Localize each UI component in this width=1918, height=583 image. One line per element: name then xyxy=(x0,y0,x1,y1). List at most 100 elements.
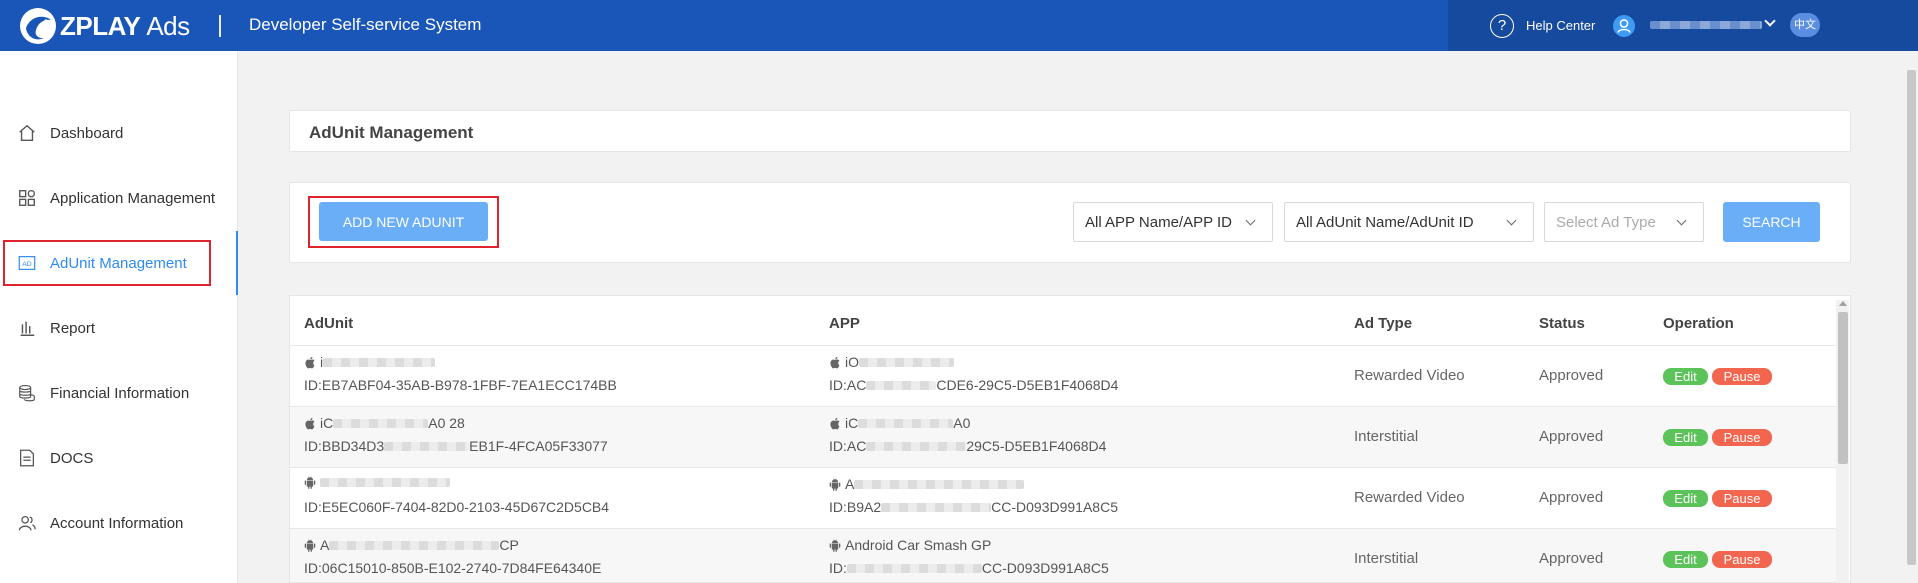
chevron-down-icon xyxy=(1676,215,1687,226)
adunit-id: ID:E5EC060F-7404-82D0-2103-45D67C2D5CB4 xyxy=(304,499,610,515)
app-filter-value: All APP Name/APP ID xyxy=(1085,213,1233,231)
brand-logo[interactable]: ZPLAY Ads xyxy=(18,5,190,47)
app-name: iO xyxy=(829,354,954,370)
edit-button[interactable]: Edit xyxy=(1663,490,1708,507)
apple-icon xyxy=(305,417,315,429)
sidebar-item-label: Account Information xyxy=(50,514,184,532)
table-row: i ID:EB7ABF04-35AB-B978-1FBF-7EA1ECC174B… xyxy=(290,345,1836,406)
help-circle-icon[interactable]: ? xyxy=(1490,14,1514,38)
sidebar-annotation-box xyxy=(3,240,211,286)
document-icon xyxy=(16,447,38,469)
coins-icon xyxy=(16,382,38,404)
help-center-link[interactable]: Help Center xyxy=(1526,18,1595,33)
apple-icon xyxy=(305,356,315,368)
blurred-text xyxy=(854,479,1025,489)
search-button[interactable]: SEARCH xyxy=(1723,202,1820,242)
app-id: ID:AC 29C5-D5EB1F4068D4 xyxy=(829,438,1107,454)
app-name: Android Car Smash GP xyxy=(829,537,991,553)
users-icon xyxy=(16,512,38,534)
grid-icon xyxy=(16,187,38,209)
chevron-down-icon xyxy=(1506,215,1517,226)
home-icon xyxy=(16,122,38,144)
adunit-name: iC A0 28 xyxy=(304,415,465,431)
sidebar-item-label: Report xyxy=(50,319,96,337)
status-cell: Approved xyxy=(1539,428,1604,445)
blurred-text xyxy=(329,540,500,550)
blurred-text xyxy=(320,478,450,487)
status-cell: Approved xyxy=(1539,550,1604,567)
add-button-annotation-box xyxy=(308,196,499,248)
pause-button[interactable]: Pause xyxy=(1712,490,1772,507)
page-title-panel xyxy=(289,110,1851,152)
app-filter-select[interactable]: All APP Name/APP ID xyxy=(1073,202,1273,242)
edit-button[interactable]: Edit xyxy=(1663,551,1708,568)
bar-chart-icon xyxy=(16,317,38,339)
table-row: ID:E5EC060F-7404-82D0-2103-45D67C2D5CB4 … xyxy=(290,467,1836,528)
sidebar-item-financial-information[interactable]: Financial Information xyxy=(0,369,238,417)
sidebar-item-label: Dashboard xyxy=(50,124,124,142)
blurred-text xyxy=(866,441,967,451)
blurred-text xyxy=(866,380,937,390)
sidebar-item-label: DOCS xyxy=(50,449,94,467)
sidebar-item-docs[interactable]: DOCS xyxy=(0,434,238,482)
language-switch[interactable]: 中文 xyxy=(1790,13,1820,37)
ad-type-cell: Rewarded Video xyxy=(1354,367,1465,384)
adunit-id: ID:EB7ABF04-35AB-B978-1FBF-7EA1ECC174BB xyxy=(304,377,617,393)
scroll-up-arrow-icon[interactable] xyxy=(1839,301,1847,306)
app-id: ID:B9A2 CC-D093D991A8C5 xyxy=(829,499,1118,515)
page-scrollbar-thumb[interactable] xyxy=(1907,70,1916,565)
app-id: ID: CC-D093D991A8C5 xyxy=(829,560,1109,576)
dolphin-logo-icon xyxy=(20,8,56,44)
blurred-text xyxy=(384,441,470,451)
column-header-status[interactable]: Status xyxy=(1539,315,1585,332)
android-icon xyxy=(304,538,316,552)
adunit-filter-value: All AdUnit Name/AdUnit ID xyxy=(1296,213,1474,231)
pause-button[interactable]: Pause xyxy=(1712,551,1772,568)
brand-name: ZPLAY Ads xyxy=(60,10,190,41)
page-title: AdUnit Management xyxy=(309,123,474,142)
column-header-app[interactable]: APP xyxy=(829,315,860,332)
ad-type-cell: Interstitial xyxy=(1354,550,1419,567)
table-row: iC A0 28 ID:BBD34D3 EB1F-4FCA05F33077 iC A0… xyxy=(290,406,1836,467)
adunit-table: AdUnit APP Ad Type Status Operation i ID… xyxy=(289,295,1851,583)
ad-type-placeholder: Select Ad Type xyxy=(1556,213,1656,231)
apple-icon xyxy=(830,417,840,429)
blurred-text xyxy=(881,502,992,512)
ad-type-cell: Rewarded Video xyxy=(1354,489,1465,506)
ad-type-cell: Interstitial xyxy=(1354,428,1419,445)
table-row: A CP ID:06C15010-850B-E102-2740-7D84FE643… xyxy=(290,528,1836,582)
status-cell: Approved xyxy=(1539,489,1604,506)
sidebar-item-label: Application Management xyxy=(50,189,216,207)
column-header-operation[interactable]: Operation xyxy=(1663,315,1734,332)
blurred-text xyxy=(333,418,429,428)
user-icon[interactable] xyxy=(1613,15,1635,37)
sidebar-item-account-information[interactable]: Account Information xyxy=(0,499,238,547)
column-header-adunit[interactable]: AdUnit xyxy=(304,315,353,332)
pause-button[interactable]: Pause xyxy=(1712,429,1772,446)
sidebar-item-dashboard[interactable]: Dashboard xyxy=(0,109,238,157)
top-header: ZPLAY Ads Developer Self-service System ?… xyxy=(0,0,1918,51)
edit-button[interactable]: Edit xyxy=(1663,429,1708,446)
adunit-id: ID:BBD34D3 EB1F-4FCA05F33077 xyxy=(304,438,608,454)
adunit-filter-select[interactable]: All AdUnit Name/AdUnit ID xyxy=(1284,202,1534,242)
sidebar: Dashboard Application Management AD AdUn… xyxy=(0,51,238,583)
adunit-name xyxy=(304,476,450,489)
header-divider xyxy=(219,15,221,37)
android-icon xyxy=(829,477,841,491)
edit-button[interactable]: Edit xyxy=(1663,368,1708,385)
table-scrollbar-thumb[interactable] xyxy=(1838,312,1848,464)
app-name: iC A0 xyxy=(829,415,970,431)
adunit-name: A CP xyxy=(304,537,519,553)
pause-button[interactable]: Pause xyxy=(1712,368,1772,385)
blurred-text xyxy=(323,357,436,367)
sidebar-item-report[interactable]: Report xyxy=(0,304,238,352)
app-id: ID:AC CDE6-29C5-D5EB1F4068D4 xyxy=(829,377,1119,393)
ad-type-select[interactable]: Select Ad Type xyxy=(1544,202,1704,242)
android-icon xyxy=(304,476,316,489)
adunit-name: i xyxy=(304,354,436,370)
chevron-down-icon xyxy=(1245,215,1256,226)
sidebar-item-application-management[interactable]: Application Management xyxy=(0,174,238,222)
user-name-blurred[interactable] xyxy=(1650,21,1762,29)
adunit-id: ID:06C15010-850B-E102-2740-7D84FE64340E xyxy=(304,560,602,576)
column-header-ad-type[interactable]: Ad Type xyxy=(1354,315,1412,332)
